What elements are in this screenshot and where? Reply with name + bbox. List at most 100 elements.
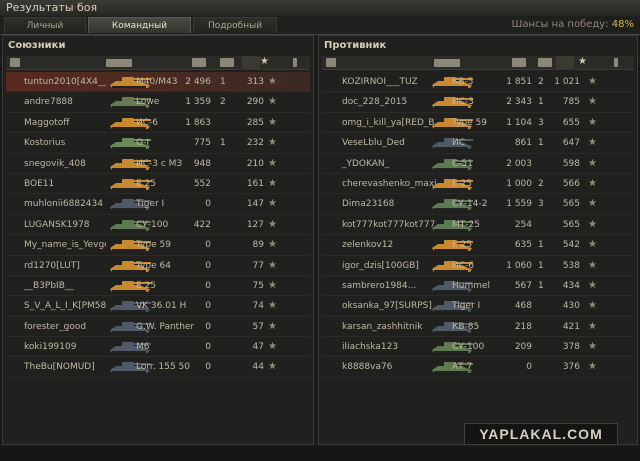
xp-value: 538	[562, 260, 580, 271]
damage-value: 948	[193, 158, 211, 169]
watermark: YAPLAKAL.COM	[464, 423, 618, 445]
player-name: rd1270[LUT]	[24, 260, 80, 271]
xp-star-icon: ★	[268, 218, 277, 230]
xp-star-icon: ★	[268, 137, 277, 149]
kills-value: 1	[538, 280, 544, 291]
xp-value: 378	[562, 342, 580, 353]
tank-type-column-icon[interactable]	[434, 59, 460, 67]
tank-name: Type 64	[136, 260, 171, 271]
player-row[interactable]: __B3PbIB__ E 25 0 75 ★	[6, 276, 310, 297]
player-row[interactable]: omg_i_kill_ya[RED_B] Type 59 1 104 3 655 ★	[322, 113, 634, 134]
damage-value: 422	[193, 219, 211, 230]
damage-column-icon[interactable]	[512, 58, 526, 67]
tank-name: КВ-85	[452, 321, 480, 332]
tank-name: С-51	[452, 158, 473, 169]
player-name: muhlonii6882434	[24, 199, 103, 210]
damage-value: 2 343	[506, 97, 532, 108]
kills-column-icon[interactable]	[538, 58, 552, 67]
player-name: zelenkov12	[342, 240, 394, 251]
kills-value: 1	[220, 77, 226, 87]
tab-personal-result[interactable]: Личный результат	[4, 17, 86, 47]
player-row[interactable]: forester_good G.W. Panther 0 57 ★	[6, 317, 310, 338]
xp-column-star-icon[interactable]: ★	[260, 56, 269, 67]
allies-panel: Союзники ★ tuntun2010[4X4___] M40/M43 2 49…	[2, 35, 314, 445]
damage-value: 1 851	[506, 77, 532, 87]
player-name: _YDOKAN_	[342, 158, 390, 169]
player-row[interactable]: My_name_is_Yevge... Type 59 0 89 ★	[6, 235, 310, 256]
player-row[interactable]: koki199109 M6 0 47 ★	[6, 337, 310, 358]
xp-value: 147	[246, 199, 264, 210]
xp-value: 44	[252, 362, 264, 373]
tab-team-result[interactable]: Командный результат	[88, 17, 191, 47]
player-row[interactable]: VeseLblu_Ded ИС 861 1 647 ★	[322, 133, 634, 154]
kills-value: 2	[538, 178, 544, 189]
player-row[interactable]: doc_228_2015 ИС-3 2 343 1 785 ★	[322, 92, 634, 113]
bottom-bar	[0, 447, 640, 461]
player-row[interactable]: k8888va76 АТ 7 0 376 ★	[322, 357, 634, 378]
xp-star-icon: ★	[588, 320, 597, 332]
damage-value: 0	[205, 280, 211, 291]
player-row[interactable]: muhlonii6882434 Tiger I 0 147 ★	[6, 194, 310, 215]
player-row[interactable]: S_V_A_L_I_K[PM58] VK 36.01 H 0 74 ★	[6, 296, 310, 317]
player-row[interactable]: cherevashenko_maxi... E 25 1 000 2 566 ★	[322, 174, 634, 195]
player-row[interactable]: rd1270[LUT] Type 64 0 77 ★	[6, 256, 310, 276]
tab-detailed-report[interactable]: Подробный отчёт	[193, 17, 277, 47]
title-bar: Результаты боя	[0, 0, 640, 17]
player-name: iliachska123	[342, 342, 399, 353]
xp-value: 77	[252, 260, 264, 271]
alert-column-icon[interactable]	[614, 58, 618, 67]
player-name: KOZIRNOI___TUZ	[342, 77, 418, 87]
platoon-column-icon[interactable]	[326, 58, 336, 67]
player-name: k8888va76	[342, 362, 393, 373]
player-name: forester_good	[24, 321, 87, 332]
xp-column-star-icon[interactable]: ★	[578, 56, 587, 67]
damage-value: 468	[514, 301, 532, 312]
kills-column-icon[interactable]	[220, 58, 234, 67]
player-row[interactable]: TheBu[NOMUD] Lorr. 155 50 0 44 ★	[6, 357, 310, 378]
damage-value: 1 000	[506, 178, 532, 189]
damage-value: 0	[205, 301, 211, 312]
alert-column-icon[interactable]	[293, 58, 297, 67]
player-row[interactable]: _YDOKAN_ С-51 2 003 598 ★	[322, 154, 634, 174]
tank-type-column-icon[interactable]	[106, 59, 132, 67]
xp-star-icon: ★	[588, 96, 597, 108]
player-name: snegovik_408	[24, 158, 86, 169]
enemies-title: Противник	[324, 40, 387, 51]
player-row[interactable]: sambrero1984... Hummel 567 1 434 ★	[322, 276, 634, 297]
player-row[interactable]: zelenkov12 E 25 635 1 542 ★	[322, 235, 634, 256]
player-row[interactable]: oksanka_97[SURPS] Tiger I 468 430 ★	[322, 296, 634, 317]
player-row[interactable]: Kostorius О-I 775 1 232 ★	[6, 133, 310, 154]
xp-star-icon: ★	[588, 137, 597, 149]
xp-value: 647	[562, 138, 580, 149]
xp-star-icon: ★	[268, 198, 277, 210]
player-row[interactable]: kot777kot777kot777... МТ-25 254 565 ★	[322, 215, 634, 236]
xp-star-icon: ★	[268, 341, 277, 353]
player-row[interactable]: BOE11 E 25 552 161 ★	[6, 174, 310, 195]
player-row[interactable]: igor_dzis[100GB] ИС-6 1 060 1 538 ★	[322, 256, 634, 276]
tank-name: Type 59	[452, 117, 487, 128]
damage-column-icon[interactable]	[192, 58, 206, 67]
tank-name: E 25	[452, 240, 472, 251]
tank-name: АТ 7	[452, 362, 473, 373]
player-row[interactable]: iliachska123 СУ-100 209 378 ★	[322, 337, 634, 358]
player-row[interactable]: karsan_zashhitnik КВ-85 218 421 ★	[322, 317, 634, 338]
player-row[interactable]: snegovik_408 ИС-3 с МЗ 948 210 ★	[6, 154, 310, 174]
xp-star-icon: ★	[268, 361, 277, 373]
player-row[interactable]: tuntun2010[4X4___] M40/M43 2 496 1 313 ★	[6, 72, 310, 93]
enemies-panel: Противник ★ KOZIRNOI___TUZ КВ-5 1 851 2 1 02…	[318, 35, 638, 445]
tank-name: VK 36.01 H	[136, 301, 187, 312]
player-row[interactable]: Dima23168 СУ-14-2 1 559 3 565 ★	[322, 194, 634, 215]
tank-name: СУ-14-2	[452, 199, 488, 210]
player-name: andre7888	[24, 97, 73, 108]
player-row[interactable]: Maggotoff ИС-6 1 863 285 ★	[6, 113, 310, 134]
damage-value: 1 863	[185, 117, 211, 128]
platoon-column-icon[interactable]	[10, 58, 20, 67]
xp-star-icon: ★	[268, 279, 277, 291]
damage-value: 209	[514, 342, 532, 353]
player-row[interactable]: KOZIRNOI___TUZ КВ-5 1 851 2 1 021 ★	[322, 72, 634, 93]
xp-star-icon: ★	[588, 259, 597, 271]
player-row[interactable]: LUGANSK1978 СУ-100 422 127 ★	[6, 215, 310, 236]
tank-name: ИС-6	[136, 117, 158, 128]
player-row[interactable]: andre7888 Lowe 1 359 2 290 ★	[6, 92, 310, 113]
xp-star-icon: ★	[268, 116, 277, 128]
